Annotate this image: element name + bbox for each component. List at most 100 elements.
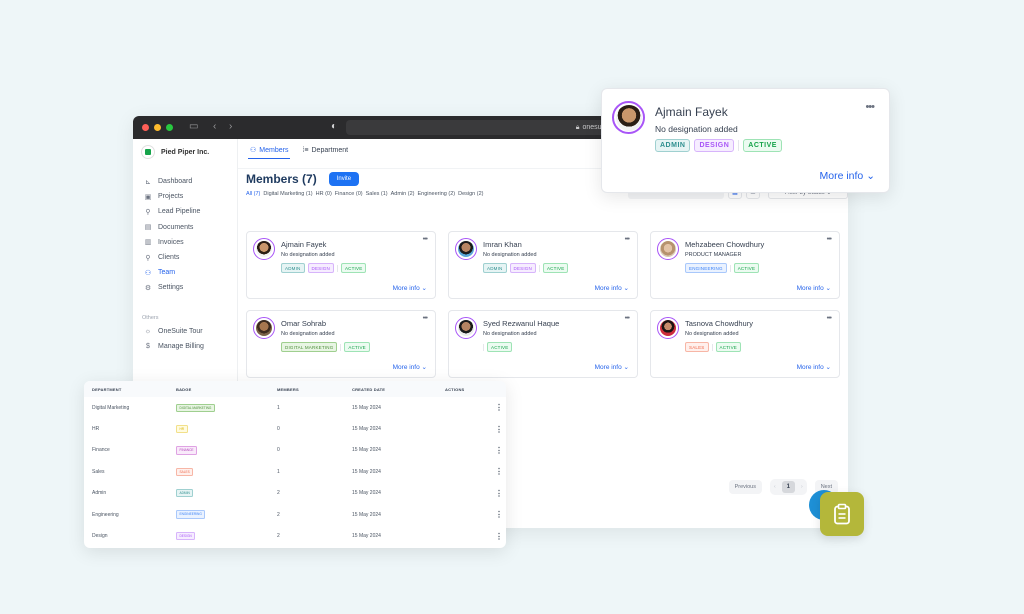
tab-members[interactable]: ⚇ Members xyxy=(248,143,291,159)
more-options-icon[interactable]: ••• xyxy=(827,236,832,243)
more-info-link[interactable]: More info ⌄ xyxy=(797,363,831,371)
sidebar-item-invoices[interactable]: ▥ Invoices xyxy=(133,235,237,250)
sidebar-item-team[interactable]: ⚇ Team xyxy=(133,265,237,280)
row-actions-icon[interactable]: ⋮ xyxy=(495,489,506,498)
sidebar-item-clients[interactable]: ⚲ Clients xyxy=(133,250,237,265)
member-card: Omar Sohrab No designation added ••• DIGITA… xyxy=(246,310,436,378)
more-info-link[interactable]: More info ⌄ xyxy=(393,284,427,292)
back-icon[interactable]: ‹ xyxy=(213,121,216,132)
chevron-down-icon: ⌄ xyxy=(421,364,427,371)
previous-button[interactable]: Previous xyxy=(728,480,762,494)
member-designation: No designation added xyxy=(483,331,537,337)
user-plus-icon: ⚲ xyxy=(145,208,151,216)
more-info-link[interactable]: More info ⌄ xyxy=(595,363,629,371)
badge-digital-marketing: DIGITAL MARKETING xyxy=(176,403,215,412)
divider xyxy=(483,343,484,351)
filter-chip[interactable]: Sales (1) xyxy=(366,191,388,197)
clipboard-button[interactable] xyxy=(820,492,864,536)
sidebar-item-projects[interactable]: ▣ Projects xyxy=(133,189,237,204)
members-count: 1 xyxy=(277,468,280,475)
department-name: Design xyxy=(92,533,108,540)
row-actions-icon[interactable]: ⋮ xyxy=(495,510,506,519)
sidebar-item-documents[interactable]: ▤ Documents xyxy=(133,220,237,235)
department-name: Digital Marketing xyxy=(92,404,130,411)
sidebar-item-dashboard[interactable]: ⊾ Dashboard xyxy=(133,174,237,189)
sidebar-item-onesuite-tour[interactable]: ☼ OneSuite Tour xyxy=(133,324,237,339)
member-name: Tasnova Chowdhury xyxy=(685,319,753,328)
filter-chip[interactable]: Engineering (2) xyxy=(417,191,455,197)
badge-admin: ADMIN xyxy=(655,139,691,152)
brand[interactable]: Pied Piper Inc. xyxy=(133,139,237,165)
filter-chip[interactable]: All (7) xyxy=(246,191,260,197)
member-badges: ACTIVE xyxy=(483,342,513,352)
more-options-icon[interactable]: ••• xyxy=(625,236,630,243)
filter-chip[interactable]: HR (0) xyxy=(316,191,332,197)
department-name: Sales xyxy=(92,468,105,475)
sidebar-item-lead-pipeline[interactable]: ⚲ Lead Pipeline xyxy=(133,204,237,219)
close-window-button[interactable] xyxy=(142,124,149,131)
invite-button[interactable]: Invite xyxy=(328,172,360,186)
page-number[interactable]: 1 xyxy=(781,481,796,493)
chevron-left-icon[interactable]: ‹ xyxy=(774,484,776,490)
sidebar-item-manage-billing[interactable]: $ Manage Billing xyxy=(133,339,237,354)
maximize-window-button[interactable] xyxy=(166,124,173,131)
avatar xyxy=(253,238,275,260)
more-info-label: More info xyxy=(796,285,824,292)
avatar xyxy=(455,238,477,260)
more-options-icon[interactable]: ••• xyxy=(423,236,428,243)
created-date: 15 May 2024 xyxy=(352,533,381,540)
more-info-link[interactable]: More info ⌄ xyxy=(819,170,875,182)
member-card: Imran Khan No designation added ••• ADMIN DE… xyxy=(448,231,638,299)
filter-chip[interactable]: Digital Marketing (1) xyxy=(263,191,312,197)
table-row: Digital Marketing DIGITAL MARKETING 1 15 Ma… xyxy=(84,397,506,418)
table-body: Digital Marketing DIGITAL MARKETING 1 15 Ma… xyxy=(84,397,506,547)
badge-design: DESIGN xyxy=(307,263,334,273)
row-actions-icon[interactable]: ⋮ xyxy=(495,425,506,434)
row-actions-icon[interactable]: ⋮ xyxy=(495,403,506,412)
tab-department[interactable]: ⁞≡ Department xyxy=(300,143,350,159)
lock-icon: 🔒︎ xyxy=(575,123,580,131)
members-grid: Ajmain Fayek No designation added ••• ADMIN… xyxy=(246,231,841,378)
sidebar-item-label: OneSuite Tour xyxy=(158,327,203,335)
more-info-link[interactable]: More info ⌄ xyxy=(393,363,427,371)
member-designation: PRODUCT MANAGER xyxy=(685,252,742,258)
member-designation: No designation added xyxy=(281,331,335,337)
more-info-link[interactable]: More info ⌄ xyxy=(595,284,629,292)
badge-active: ACTIVE xyxy=(733,263,760,273)
chevron-right-icon[interactable]: › xyxy=(801,484,803,490)
badge-admin: ADMIN xyxy=(483,263,507,273)
department-name: Finance xyxy=(92,447,110,454)
row-actions-icon[interactable]: ⋮ xyxy=(495,467,506,476)
sidebar-toggle-icon[interactable]: ▭ xyxy=(189,121,198,132)
sidebar-item-settings[interactable]: ⚙ Settings xyxy=(133,280,237,295)
member-name: Imran Khan xyxy=(483,240,522,249)
more-info-link[interactable]: More info ⌄ xyxy=(797,284,831,292)
row-actions-icon[interactable]: ⋮ xyxy=(495,532,506,541)
forward-icon[interactable]: › xyxy=(229,121,232,132)
row-actions-icon[interactable]: ⋮ xyxy=(495,446,506,455)
more-options-icon[interactable]: ••• xyxy=(423,315,428,322)
minimize-window-button[interactable] xyxy=(154,124,161,131)
more-info-label: More info xyxy=(594,285,622,292)
more-options-icon[interactable]: ••• xyxy=(625,315,630,322)
badge-finance: FINANCE xyxy=(176,446,197,455)
shield-icon[interactable]: ◐ xyxy=(331,121,337,132)
badge-cell: ADMIN xyxy=(176,489,277,498)
filter-chip[interactable]: Finance (0) xyxy=(335,191,363,197)
badge-engineering: ENGINEERING xyxy=(176,510,206,519)
members-count: 0 xyxy=(277,447,280,454)
filter-chip[interactable]: Design (2) xyxy=(458,191,483,197)
more-options-icon[interactable]: ••• xyxy=(827,315,832,322)
more-options-icon[interactable]: ••• xyxy=(865,101,875,113)
created-date: 15 May 2024 xyxy=(352,468,381,475)
members-count: 2 xyxy=(277,533,280,540)
badge-admin: ADMIN xyxy=(176,489,194,498)
department-table: DEPARTMENT BADGE MEMBERS CREATED DATE ACTION… xyxy=(84,381,506,548)
member-badges: ADMIN DESIGN ACTIVE xyxy=(483,263,569,273)
filter-chip[interactable]: Admin (2) xyxy=(391,191,415,197)
badge-active: ACTIVE xyxy=(344,342,370,352)
department-name: Engineering xyxy=(92,511,119,518)
more-info-label: More info xyxy=(819,170,864,182)
badge-active: ACTIVE xyxy=(487,342,513,352)
created-date: 15 May 2024 xyxy=(352,426,381,433)
